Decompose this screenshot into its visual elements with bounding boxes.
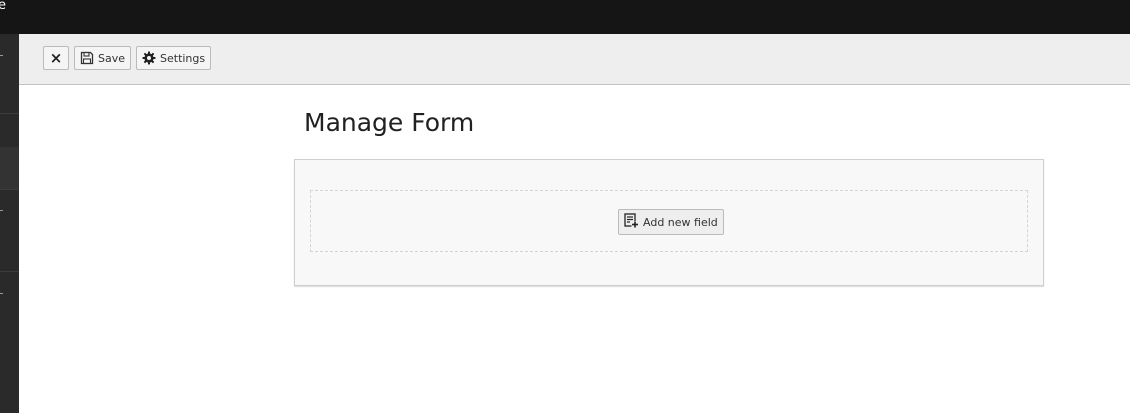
floppy-disk-icon	[80, 51, 94, 65]
save-label: Save	[98, 51, 126, 65]
module-content: × Save Settings Manage Form Add new fiel…	[19, 34, 1130, 413]
gear-icon	[142, 51, 156, 65]
menu-divider	[0, 113, 19, 114]
close-button[interactable]: ×	[43, 46, 69, 70]
menu-divider	[0, 189, 19, 190]
add-new-field-label: Add new field	[643, 215, 718, 229]
doc-header-toolbar: × Save Settings	[19, 34, 1130, 85]
top-bar: e	[0, 0, 1130, 34]
settings-label: Settings	[160, 51, 206, 65]
field-dropzone[interactable]: Add new field	[310, 190, 1028, 252]
module-menu-strip	[0, 34, 19, 413]
menu-tick	[0, 55, 3, 56]
settings-button[interactable]: Settings	[136, 46, 211, 70]
page-title: Manage Form	[304, 108, 475, 137]
form-editor-panel: Add new field	[294, 159, 1044, 286]
add-new-field-button[interactable]: Add new field	[618, 209, 724, 235]
menu-divider	[0, 271, 19, 272]
save-button[interactable]: Save	[74, 46, 131, 70]
menu-tick	[0, 293, 3, 294]
add-field-icon	[624, 213, 639, 231]
menu-item-active[interactable]	[0, 147, 19, 189]
close-icon: ×	[49, 48, 63, 67]
topbar-title-fragment: e	[0, 0, 6, 13]
menu-tick	[0, 210, 3, 211]
